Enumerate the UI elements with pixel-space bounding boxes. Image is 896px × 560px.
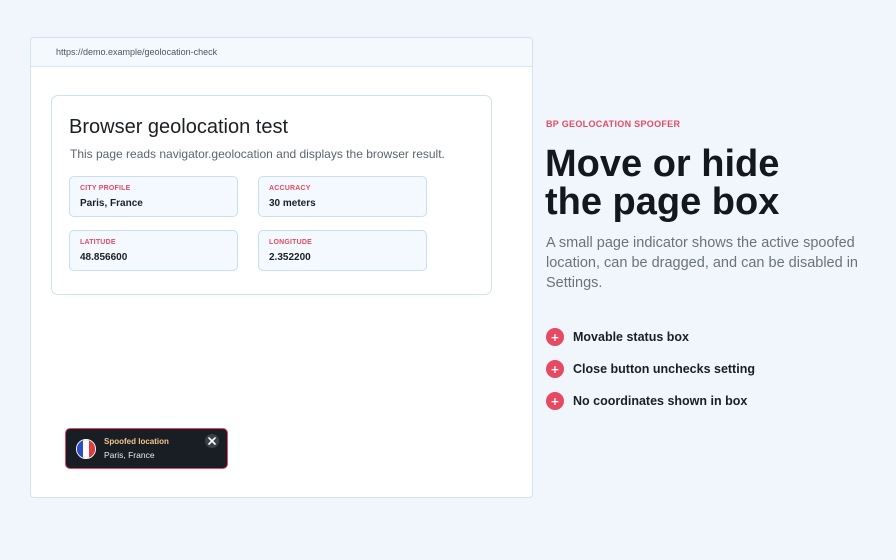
address-bar-url: https://demo.example/geolocation-check [56,47,218,57]
browser-window: https://demo.example/geolocation-check B… [30,37,533,498]
field-value: 2.352200 [269,252,311,263]
latitude-field: LATITUDE 48.856600 [69,230,238,271]
feature-label: No coordinates shown in box [573,394,748,408]
card-description: This page reads navigator.geolocation an… [70,147,445,161]
field-label: LATITUDE [80,239,116,246]
close-icon [208,437,216,445]
feature-item: + Movable status box [546,328,755,346]
feature-label: Close button unchecks setting [573,362,755,376]
address-bar[interactable]: https://demo.example/geolocation-check [31,38,532,67]
geolocation-test-card: Browser geolocation test This page reads… [51,95,492,295]
longitude-field: LONGITUDE 2.352200 [258,230,427,271]
promo-headline: Move or hide the page box [545,143,780,223]
product-eyebrow: BP GEOLOCATION SPOOFER [546,119,681,129]
plus-icon: + [546,392,564,410]
indicator-city: Paris, France [104,450,155,460]
spoofed-location-indicator[interactable]: Spoofed location Paris, France [65,428,228,469]
indicator-close-button[interactable] [205,434,219,448]
promo-lead: A small page indicator shows the active … [546,235,858,291]
feature-list: + Movable status box + Close button unch… [546,328,755,424]
feature-item: + Close button unchecks setting [546,360,755,378]
accuracy-field: ACCURACY 30 meters [258,176,427,217]
city-profile-field: CITY PROFILE Paris, France [69,176,238,217]
france-flag-icon [76,439,96,459]
plus-icon: + [546,360,564,378]
field-value: Paris, France [80,198,143,209]
field-value: 30 meters [269,198,316,209]
field-label: CITY PROFILE [80,185,131,192]
field-label: LONGITUDE [269,239,313,246]
plus-icon: + [546,328,564,346]
indicator-title: Spoofed location [104,437,169,446]
field-label: ACCURACY [269,185,311,192]
feature-item: + No coordinates shown in box [546,392,755,410]
feature-label: Movable status box [573,330,689,344]
field-value: 48.856600 [80,252,128,263]
card-title: Browser geolocation test [69,116,289,138]
